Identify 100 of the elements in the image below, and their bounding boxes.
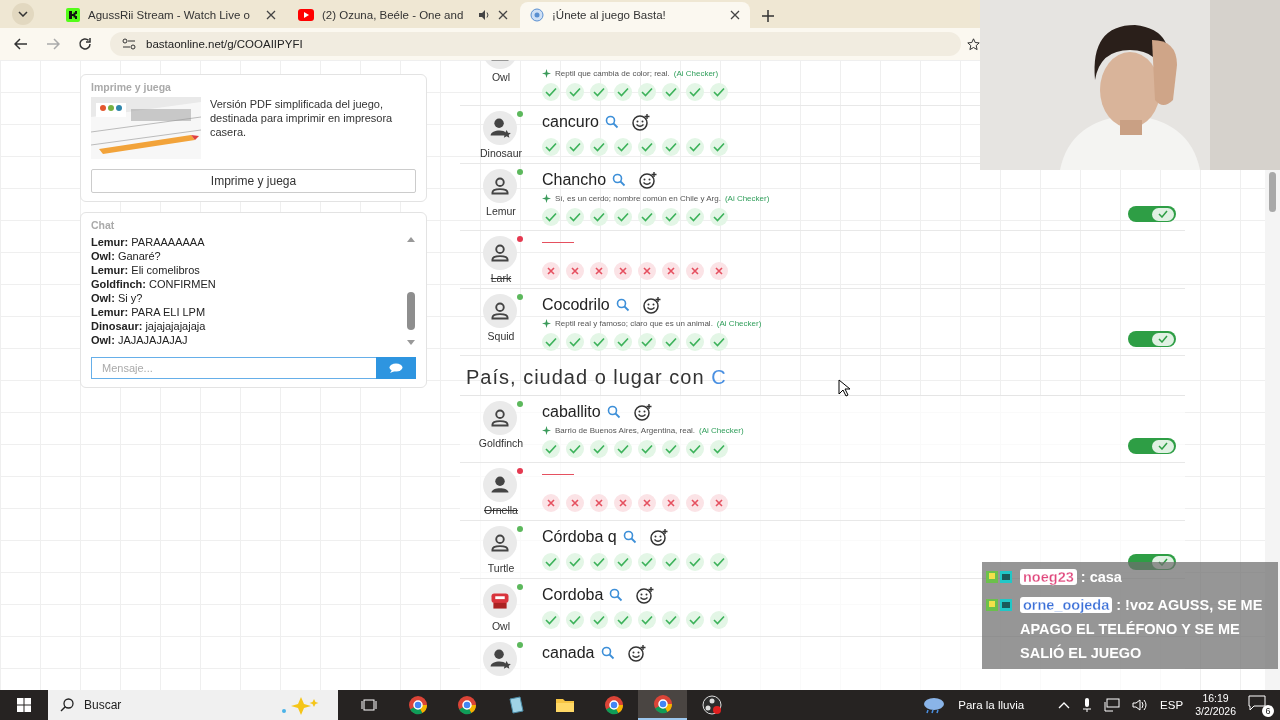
browser-tab[interactable]: (2) Ozuna, Beéle - One and (288, 2, 518, 28)
toggle-switch[interactable] (1128, 206, 1176, 222)
card-title: Imprime y juega (91, 81, 172, 93)
speaker-icon[interactable] (478, 9, 490, 21)
toggle-switch[interactable] (1128, 331, 1176, 347)
kick-logo-icon (66, 8, 80, 22)
close-icon (730, 10, 740, 20)
answer-word: Chancho (542, 171, 607, 189)
stop-sign-icon (483, 584, 517, 618)
player-name: Owl (491, 71, 511, 83)
emoji-add-icon[interactable] (638, 171, 659, 189)
search-icon[interactable] (604, 115, 619, 129)
close-icon (266, 10, 276, 20)
reload-icon (78, 37, 92, 51)
search-icon[interactable] (606, 405, 621, 419)
player-name: Squid (487, 330, 515, 342)
stream-chat-message: noeg23 : casa (1020, 565, 1122, 589)
check-icon (1158, 210, 1168, 218)
cloud-rain-icon (922, 696, 947, 714)
answer-word: canada (542, 644, 595, 662)
browser-tab[interactable]: ¡Únete al juego Basta! (520, 2, 750, 28)
sparkle-icon (542, 194, 551, 203)
ai-checker-label: (Ai Checker) (724, 194, 770, 203)
chat-message: Goldfinch: CONFIRMEN (91, 277, 217, 291)
record-app-icon (701, 695, 722, 715)
scrollbar-thumb[interactable] (1269, 172, 1276, 212)
answer-word: Córdoba q (542, 528, 617, 546)
browser-icon (652, 694, 673, 714)
answer-word: Cordoba (542, 586, 604, 604)
chat-message: Owl: Si y? (91, 291, 144, 305)
clock[interactable]: 16:19 3/2/2026 (1195, 692, 1236, 718)
chat-title: Chat (91, 219, 116, 231)
star-icon (967, 37, 980, 51)
microphone-icon (1082, 698, 1093, 712)
emoji-add-icon[interactable] (641, 296, 662, 314)
address-bar[interactable]: bastaonline.net/g/COOAIIPYFI (110, 32, 961, 56)
chat-message: Lemur: PARA ELI LPM (91, 305, 207, 319)
print-description: Versión PDF simplificada del juego, destinada para imprimir en impresora casera. (210, 97, 394, 140)
forward-icon (46, 38, 60, 50)
search-icon[interactable] (612, 173, 627, 187)
taskbar-app[interactable] (638, 690, 687, 720)
ai-checker-label: (Ai Checker) (699, 426, 744, 435)
emoji-add-icon[interactable] (626, 644, 647, 662)
weather-text[interactable]: Para la lluvia (958, 699, 1025, 711)
task-view-icon (360, 698, 377, 712)
emoji-add-icon[interactable] (648, 528, 669, 546)
print-button[interactable]: Imprime y juega (91, 169, 416, 193)
chat-badge-icon (986, 570, 1012, 584)
answer-word: caballito (542, 403, 601, 421)
sparkle-icon (542, 69, 551, 78)
ai-hint: Barrio de Buenos Aires, Argentina, real. (555, 426, 696, 435)
network-icon (1104, 698, 1121, 712)
ai-checker-label: (Ai Checker) (673, 69, 719, 78)
browser-icon (456, 695, 477, 715)
tab-search-button[interactable] (12, 3, 34, 25)
emoji-add-icon[interactable] (632, 403, 653, 421)
player-name: Ornella (484, 504, 518, 516)
new-tab-icon (762, 10, 774, 22)
message-icon (1248, 695, 1266, 711)
send-button[interactable] (376, 357, 416, 379)
player-name: Dinosaur (480, 147, 522, 159)
player-name: Goldfinch (478, 437, 524, 449)
search-icon[interactable] (622, 530, 637, 544)
player-name: Turtle (487, 562, 515, 574)
message-field[interactable]: Mensaje... (91, 357, 376, 379)
globe-icon (530, 8, 544, 22)
language-indicator[interactable]: ESP (1160, 699, 1184, 711)
scroll-up-icon (407, 237, 415, 242)
search-icon[interactable] (600, 646, 615, 660)
scrollbar-thumb[interactable] (407, 292, 415, 330)
ai-checker-label: (Ai Checker) (716, 319, 762, 328)
volume-icon (1132, 698, 1149, 712)
back-icon (14, 38, 28, 50)
ai-hint: Reptil real y famoso; claro que es un animal. (555, 319, 713, 328)
browser-icon (407, 695, 428, 715)
stream-chat-message: orne_oojeda : !voz AGUSS, SE ME APAGO EL TELÉFONO Y SE ME SALIÓ EL JUEGO (1020, 596, 1264, 663)
toggle-switch[interactable] (1128, 438, 1176, 454)
sparkle-icon (542, 426, 551, 435)
chat-bubble-icon (389, 363, 403, 373)
search-icon[interactable] (609, 588, 624, 602)
check-icon (1158, 442, 1168, 450)
chat-message: Dinosaur: jajajajajajaja (91, 319, 207, 333)
section-heading: País, ciudad o lugar con C (466, 366, 727, 389)
chevron-down-icon (18, 11, 28, 17)
browser-icon (603, 695, 624, 715)
chat-message: Owl: Ganaré? (91, 249, 162, 263)
browser-tab[interactable]: AgussRii Stream - Watch Live o (56, 2, 286, 28)
answer-word: cancuro (542, 113, 599, 131)
search-icon (60, 698, 74, 712)
taskbar-search-field[interactable]: Buscar (48, 690, 338, 720)
sparkle-icon (542, 319, 551, 328)
search-icon[interactable] (615, 298, 630, 312)
close-icon (498, 10, 508, 20)
emoji-add-icon[interactable] (635, 586, 656, 604)
player-name: Owl (491, 620, 511, 632)
ai-hint: Sí, es un cerdo; nombre común en Chile y Arg. (555, 194, 721, 203)
chat-message: Owl: JAJAJAJAJAJ (91, 333, 189, 347)
windows-start-icon (17, 698, 31, 712)
emoji-add-icon[interactable] (630, 113, 651, 131)
scroll-down-icon (407, 340, 415, 345)
